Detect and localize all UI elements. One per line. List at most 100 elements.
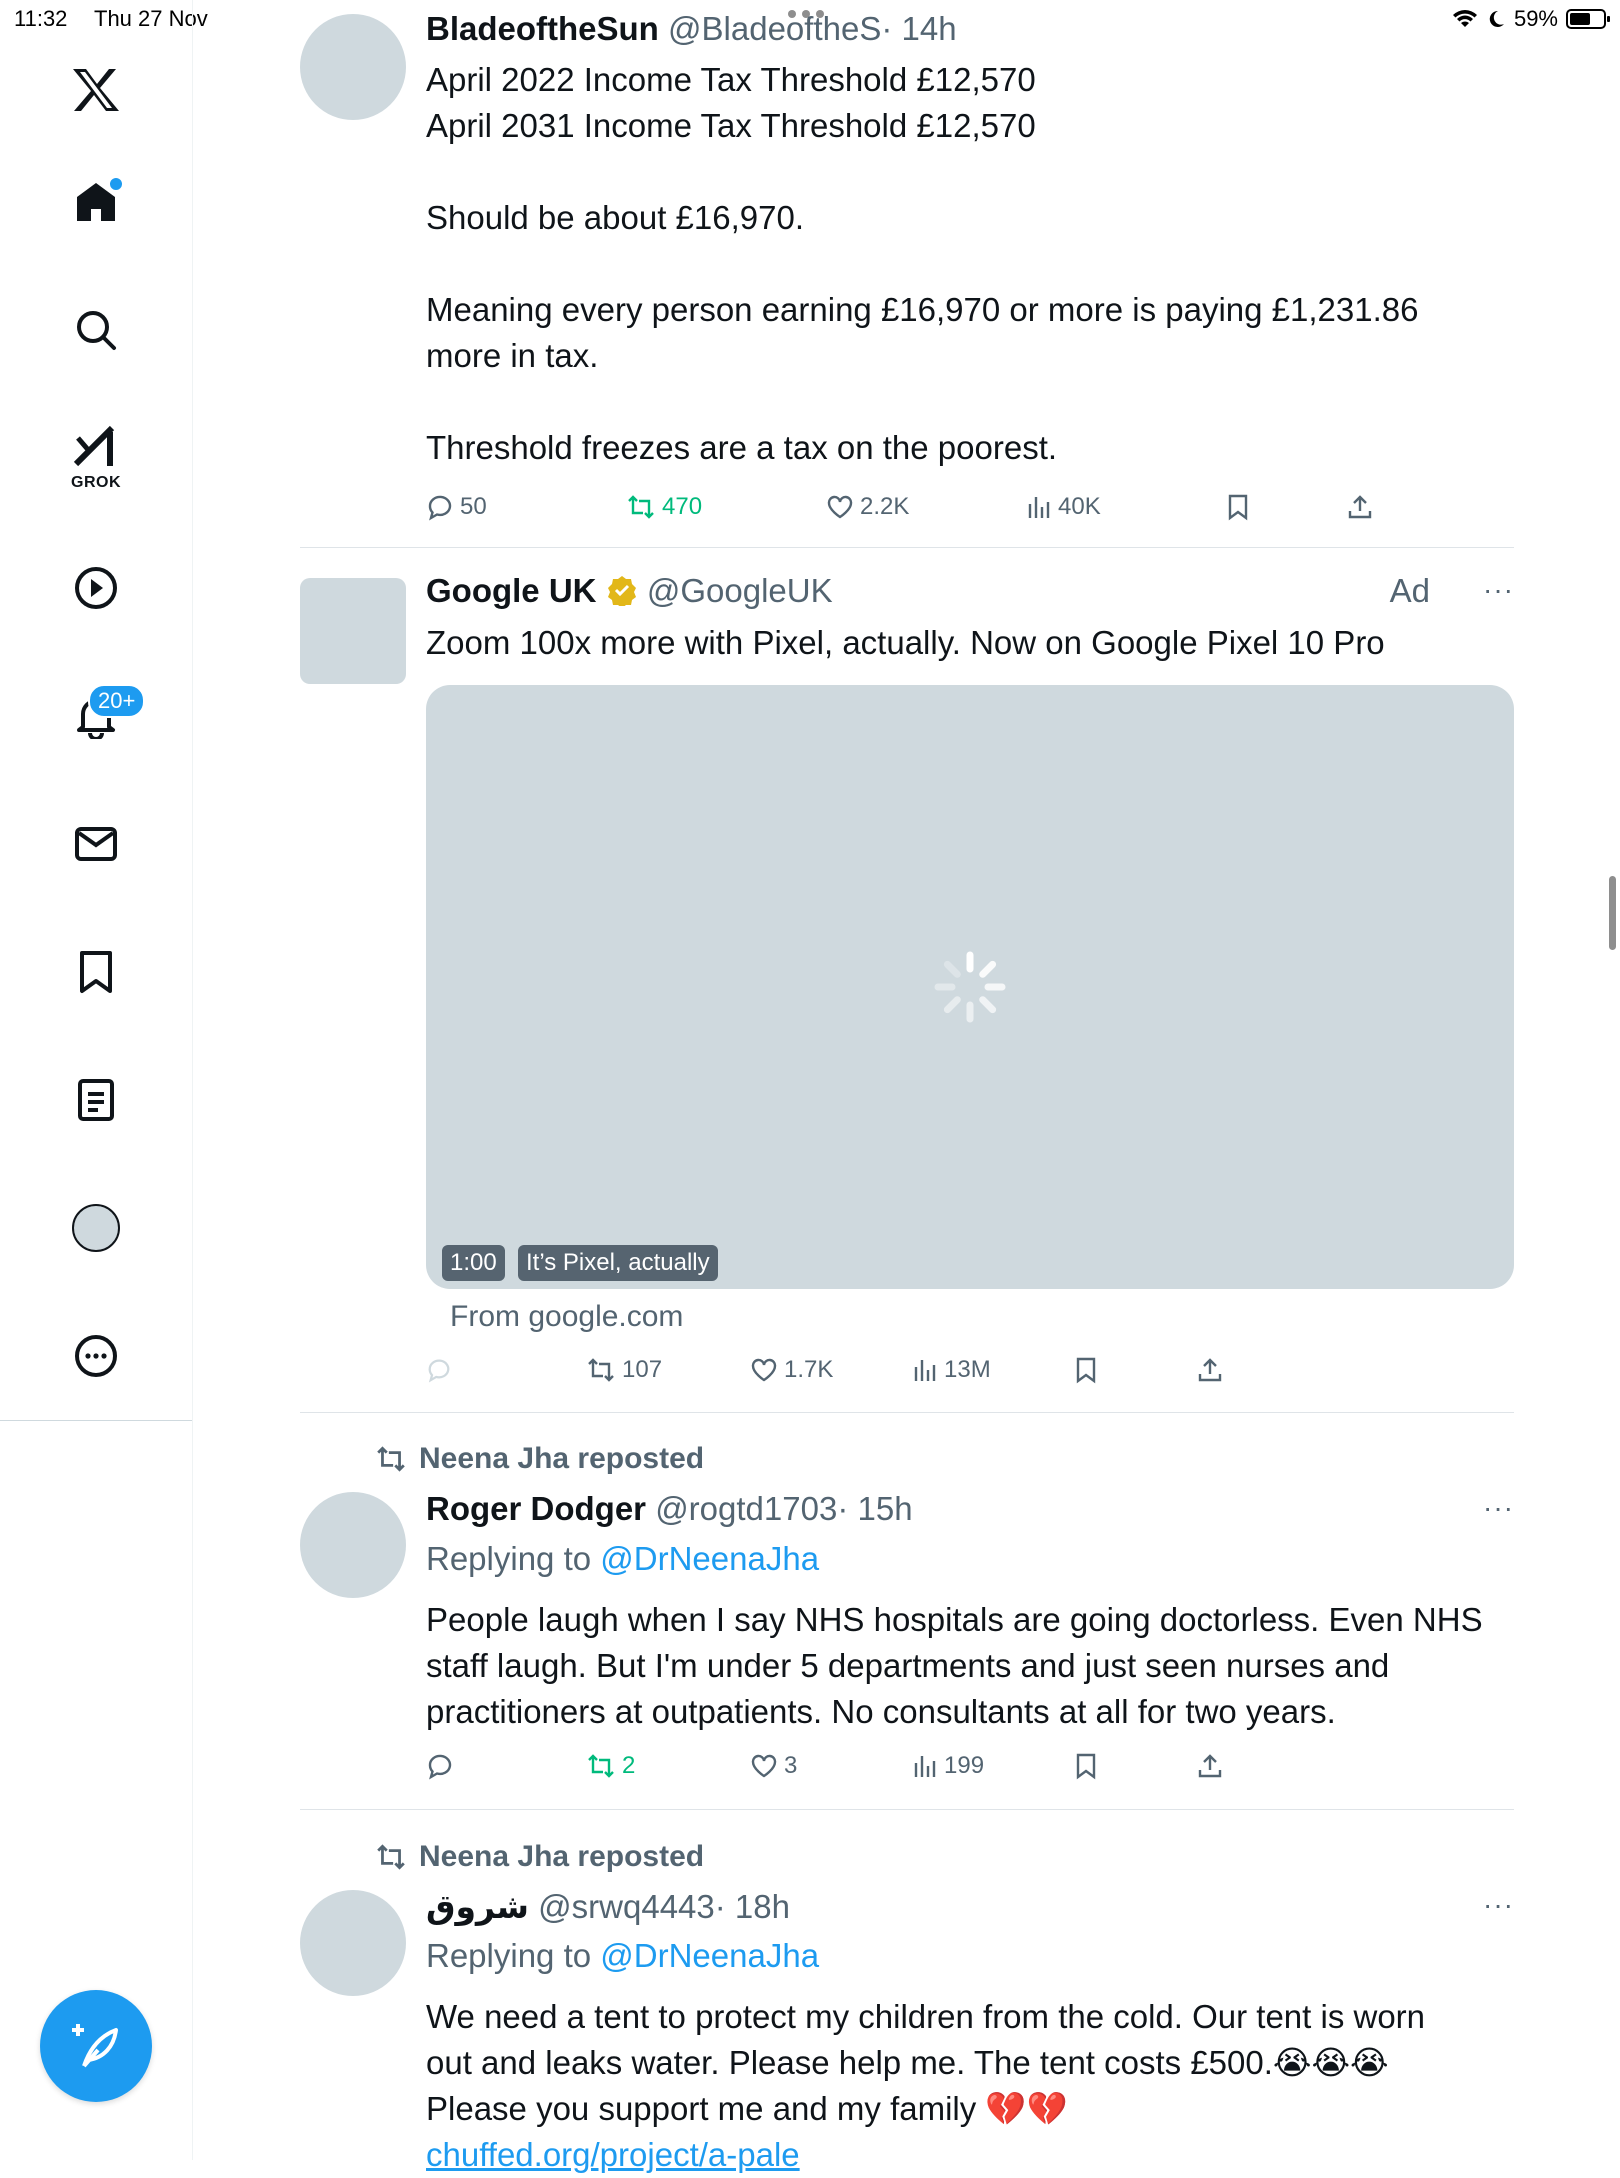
notifications-badge: 20+ — [88, 684, 146, 718]
repost-icon — [377, 1446, 405, 1472]
nav-grok[interactable]: GROK — [48, 418, 144, 498]
replying-to-link[interactable]: @DrNeenaJha — [600, 1937, 819, 1974]
verified-gold-badge-icon — [607, 576, 636, 608]
more-options-button[interactable]: ··· — [1483, 1492, 1514, 1524]
author-name[interactable]: Roger Dodger — [426, 1490, 646, 1527]
reply-button[interactable] — [426, 1357, 452, 1383]
nav-profile[interactable] — [48, 1188, 144, 1268]
sidebar-divider — [0, 1420, 192, 1421]
post-time[interactable]: · 15h — [837, 1490, 912, 1527]
share-button[interactable] — [1196, 1752, 1224, 1780]
author-name[interactable]: Google UK — [426, 572, 597, 609]
post-text: People laugh when I say NHS hospitals ar… — [426, 1601, 1483, 1730]
repost-context: Neena Jha reposted — [375, 1840, 704, 1874]
reply-icon — [428, 1754, 452, 1780]
nav-video[interactable] — [48, 548, 144, 628]
like-button[interactable]: 3 — [750, 1752, 797, 1780]
ad-source-link[interactable]: From google.com — [450, 1300, 683, 1334]
author-handle[interactable]: @rogtd1703 — [655, 1490, 837, 1527]
sidebar: GROK 20+ — [0, 0, 193, 2160]
avatar[interactable] — [300, 14, 406, 120]
like-button[interactable]: 1.7K — [750, 1356, 833, 1384]
repost-icon — [377, 1844, 405, 1870]
avatar[interactable] — [300, 1890, 406, 1996]
view-count: 40K — [1058, 493, 1101, 520]
post-actions: 107 1.7K 13M — [426, 1350, 1386, 1390]
play-circle-icon — [75, 567, 117, 609]
author-handle[interactable]: @GoogleUK — [647, 572, 833, 609]
reply-button[interactable]: 50 — [426, 493, 487, 521]
heart-icon — [827, 495, 853, 519]
post-header: شروق @srwq4443· 18h — [426, 1887, 790, 1926]
share-button[interactable] — [1346, 493, 1374, 521]
views-button[interactable]: 199 — [912, 1752, 984, 1780]
bookmark-button[interactable] — [1074, 1356, 1098, 1384]
reply-icon — [428, 1359, 450, 1383]
post-header: Roger Dodger @rogtd1703· 15h — [426, 1490, 913, 1528]
avatar[interactable] — [300, 578, 406, 684]
post-actions: 2 3 199 — [426, 1746, 1386, 1786]
author-handle[interactable]: @BladeoftheS — [668, 10, 881, 47]
external-link[interactable]: chuffed.org/project/a-pale — [426, 2136, 800, 2173]
scroll-indicator[interactable] — [1609, 876, 1616, 950]
views-button[interactable]: 40K — [1026, 493, 1101, 521]
video-caption: It’s Pixel, actually — [518, 1245, 718, 1281]
more-options-button[interactable]: ··· — [1483, 574, 1514, 606]
more-options-button[interactable]: ··· — [1483, 1889, 1514, 1921]
bookmark-icon — [1076, 1753, 1096, 1780]
reposted-by-label[interactable]: Neena Jha reposted — [419, 1442, 704, 1476]
avatar[interactable] — [300, 1492, 406, 1598]
moon-icon — [1489, 10, 1504, 27]
nav-messages[interactable] — [48, 804, 144, 884]
ad-label: Ad — [1389, 572, 1430, 609]
nav-bookmarks[interactable] — [48, 932, 144, 1012]
reply-icon — [428, 495, 452, 521]
reply-count: 50 — [460, 493, 487, 520]
share-button[interactable] — [1196, 1356, 1224, 1384]
nav-home[interactable] — [48, 162, 144, 242]
reply-button[interactable] — [426, 1752, 454, 1780]
repost-count: 470 — [662, 493, 703, 520]
nav-more[interactable] — [48, 1316, 144, 1396]
video-duration: 1:00 — [442, 1245, 505, 1281]
video-player[interactable]: 1:00 It’s Pixel, actually — [426, 685, 1514, 1289]
repost-button[interactable]: 107 — [586, 1356, 662, 1384]
like-count: 3 — [784, 1752, 798, 1779]
repost-button[interactable]: 470 — [626, 493, 702, 521]
bookmark-button[interactable] — [1074, 1752, 1098, 1780]
heart-icon — [751, 1358, 777, 1382]
repost-count: 107 — [622, 1356, 663, 1383]
repost-button[interactable]: 2 — [586, 1752, 635, 1780]
like-count: 1.7K — [784, 1356, 834, 1383]
more-circle-icon — [75, 1335, 117, 1377]
status-right: 59% — [1452, 6, 1610, 32]
grok-label: GROK — [71, 474, 121, 491]
x-logo-icon[interactable] — [48, 50, 144, 130]
nav-notifications[interactable]: 20+ — [48, 676, 146, 756]
compose-post-button[interactable] — [40, 1990, 152, 2102]
replying-to-link[interactable]: @DrNeenaJha — [600, 1540, 819, 1577]
post-actions: 50 470 2.2K 40K — [426, 487, 1386, 527]
reposted-by-label[interactable]: Neena Jha reposted — [419, 1840, 704, 1874]
views-button[interactable]: 13M — [912, 1356, 991, 1384]
search-icon — [77, 311, 116, 350]
nav-search[interactable] — [48, 290, 144, 370]
like-button[interactable]: 2.2K — [826, 493, 909, 521]
author-name[interactable]: BladeoftheSun — [426, 10, 659, 47]
like-count: 2.2K — [860, 493, 910, 520]
bookmark-button[interactable] — [1226, 493, 1250, 521]
list-icon — [78, 1079, 114, 1121]
view-count: 13M — [944, 1356, 991, 1383]
nav-lists[interactable] — [48, 1060, 144, 1140]
post-time[interactable]: · 18h — [715, 1888, 790, 1925]
author-handle[interactable]: @srwq4443 — [538, 1888, 715, 1925]
replying-prefix: Replying to — [426, 1937, 592, 1974]
bookmark-icon — [1076, 1357, 1096, 1384]
loading-spinner-icon — [934, 951, 1006, 1023]
post-time[interactable]: · 14h — [881, 10, 956, 47]
post-link[interactable]: chuffed.org/project/a-pale — [426, 2132, 1506, 2178]
battery-percent: 59% — [1513, 6, 1558, 31]
wifi-icon — [1452, 10, 1477, 27]
grok-icon — [73, 425, 115, 467]
author-name[interactable]: شروق — [426, 1888, 529, 1925]
